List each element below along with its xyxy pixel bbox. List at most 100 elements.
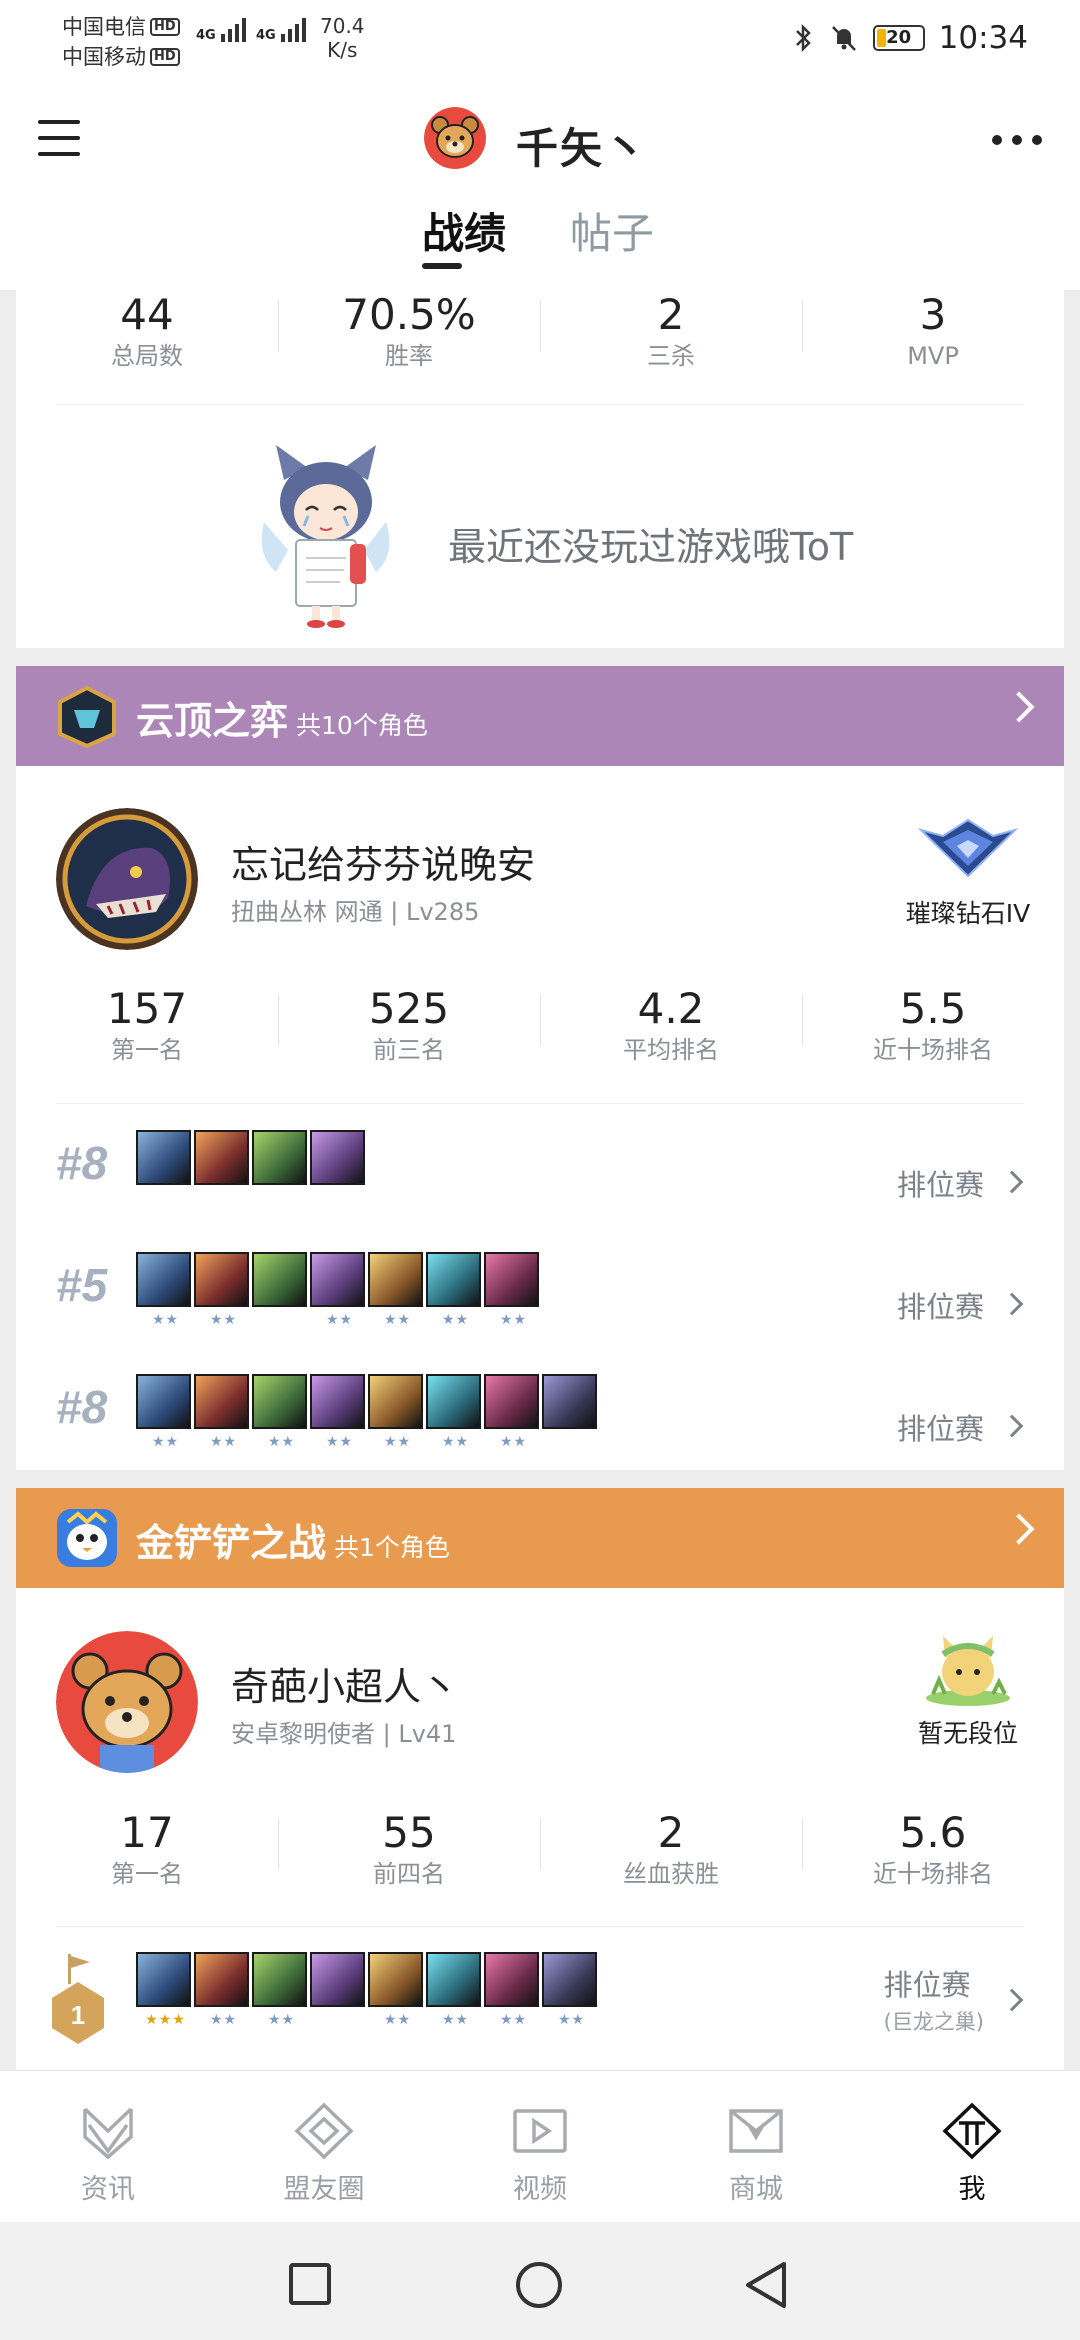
svg-text:1: 1 (71, 2000, 85, 2030)
chess-subtitle: 共1个角色 (334, 1533, 450, 1562)
champion-portrait: ★★ (310, 1252, 365, 1328)
tft-banner[interactable]: 云顶之弈 共10个角色 (16, 666, 1064, 766)
star-level: ★★ (209, 2012, 238, 2028)
tab-records[interactable]: 战绩 (422, 200, 506, 261)
tft-stat-avg-rank: 4.2 平均排名 (540, 984, 802, 1066)
star-level: ★★ (557, 2012, 586, 2028)
divider (56, 404, 1024, 405)
star-level: ★★ (499, 1434, 528, 1450)
match-placement: #8 (56, 1381, 108, 1433)
match-row[interactable]: #8 ★★ ★★ ★★ ★★ ★★ ★★ ★★ 排位赛 (16, 1374, 1064, 1484)
mute-bell-icon (831, 26, 856, 51)
tft-avatar[interactable] (56, 808, 198, 950)
chess-player-name: 奇葩小超人丶 (231, 1665, 460, 1709)
bottom-nav: 资讯 盟友圈 视频 商城 我 (0, 2070, 1080, 2222)
champion-portrait: ★★ (426, 1952, 481, 2028)
champion-portrait: ★★ (368, 1952, 423, 2028)
match-mode: 排位赛 (896, 1412, 984, 1446)
tft-stat-first: 157 第一名 (106, 984, 188, 1064)
stat-triple-kills: 2 三杀 (540, 290, 802, 372)
star-level: ★★ (325, 1434, 354, 1450)
video-icon (513, 2109, 567, 2153)
more-icon[interactable] (992, 135, 1042, 145)
champion-portrait: ★★ (426, 1374, 481, 1450)
nav-friends-circle[interactable]: 盟友圈 (216, 2071, 432, 2222)
profile-name: 千矢丶 (516, 124, 649, 173)
champion-portrait (252, 1252, 307, 1307)
system-nav-bar (0, 2222, 1080, 2340)
divider (56, 1926, 1024, 1927)
star-level: ★★ (151, 1312, 180, 1328)
tft-rank-label: 璀璨钻石IV (905, 899, 1031, 928)
match-mode: 排位赛 (883, 1968, 971, 2002)
star-level: ★★ (499, 1312, 528, 1328)
champion-portrait: ★★ (136, 1252, 191, 1328)
tft-title: 云顶之弈 (136, 699, 289, 743)
chess-card: 金铲铲之战 共1个角色 奇葩小超人丶 安卓黎明使者 | Lv41 暂无段位 17 第 (16, 1488, 1064, 2070)
back-icon[interactable] (742, 2260, 790, 2310)
chess-logo-icon (57, 1509, 117, 1567)
match-row[interactable]: #5 ★★ ★★ ★★ ★★ ★★ ★★ 排位赛 (16, 1252, 1064, 1362)
champion-portrait (136, 1130, 191, 1185)
hd-badge: HD (150, 18, 180, 36)
profile-header: 千矢丶 战绩 帖子 (0, 85, 1080, 290)
hd-badge: HD (150, 48, 180, 66)
star-level: ★★ (209, 1434, 238, 1450)
tft-player-info: 扭曲丛林 网通 | Lv285 (231, 898, 480, 926)
match-placement: #5 (56, 1259, 108, 1311)
unit-lineup: ★★★ ★★ ★★ ★★ ★★ ★★ ★★ (136, 1952, 597, 2028)
star-level: ★★ (383, 1312, 412, 1328)
champion-portrait: ★★ (252, 1374, 307, 1450)
champion-portrait: ★★★ (136, 1952, 191, 2028)
stat-mvp: 3 MVP (802, 290, 1064, 372)
match-row[interactable]: 1 ★★★ ★★ ★★ ★★ ★★ ★★ ★★ 排位赛 (巨龙之巢) (16, 1952, 1064, 2070)
nav-store[interactable]: 商城 (648, 2071, 864, 2222)
champion-portrait: ★★ (368, 1252, 423, 1328)
champion-portrait: ★★ (484, 1374, 539, 1450)
store-icon (729, 2109, 783, 2153)
avatar[interactable] (424, 107, 486, 169)
tft-stat-top3: 525 前三名 (278, 984, 540, 1066)
match-row[interactable]: #8 排位赛 (16, 1130, 1064, 1240)
menu-icon[interactable] (38, 120, 80, 160)
chevron-right-icon (1003, 691, 1035, 723)
tft-player-name: 忘记给芬芬说晚安 (231, 843, 536, 887)
champion-portrait (310, 1130, 365, 1185)
star-level: ★★ (209, 1312, 238, 1328)
star-level: ★★★ (145, 2012, 186, 2028)
match-placement: #8 (56, 1137, 108, 1189)
news-icon (83, 2107, 133, 2160)
chevron-right-icon (1000, 1988, 1024, 2012)
empty-state-illustration (261, 445, 390, 628)
star-level: ★★ (383, 1434, 412, 1450)
chess-avatar[interactable] (56, 1631, 198, 1773)
chess-banner[interactable]: 金铲铲之战 共1个角色 (16, 1488, 1064, 1588)
nav-news[interactable]: 资讯 (0, 2071, 216, 2222)
tab-posts[interactable]: 帖子 (570, 200, 654, 261)
match-mode-map: (巨龙之巢) (883, 2010, 984, 2034)
signal-icon: 4G (196, 18, 246, 42)
home-icon[interactable] (514, 2260, 564, 2310)
signal-icon: 4G (256, 18, 306, 42)
chess-rank-label: 暂无段位 (917, 1719, 1018, 1748)
nav-video[interactable]: 视频 (432, 2071, 648, 2222)
star-level: ★★ (499, 2012, 528, 2028)
tft-rank[interactable]: 璀璨钻石IV (898, 814, 1038, 930)
chess-stat-first: 17 第一名 (111, 1808, 183, 1888)
empty-state-text: 最近还没玩过游戏哦ToT (448, 525, 854, 569)
champion-portrait: ★★ (426, 1252, 481, 1328)
chess-rank[interactable]: 暂无段位 (898, 1628, 1038, 1750)
nav-me[interactable]: 我 (864, 2071, 1080, 2222)
champion-portrait (310, 1952, 365, 2007)
tft-subtitle: 共10个角色 (296, 711, 428, 740)
star-level: ★★ (441, 1312, 470, 1328)
champion-portrait (194, 1130, 249, 1185)
chess-stat-top4: 55 前四名 (278, 1808, 540, 1890)
recent-apps-icon[interactable] (288, 2262, 332, 2306)
status-bar: 中国电信 HD 中国移动 HD 4G 4G 70.4 K/s 20 10:34 (0, 0, 1080, 85)
star-level: ★★ (151, 1434, 180, 1450)
chevron-right-icon (1000, 1170, 1024, 1194)
chess-stat-recent10: 5.6 近十场排名 (802, 1808, 1064, 1890)
champion-portrait (252, 1130, 307, 1185)
unit-lineup (136, 1130, 365, 1185)
